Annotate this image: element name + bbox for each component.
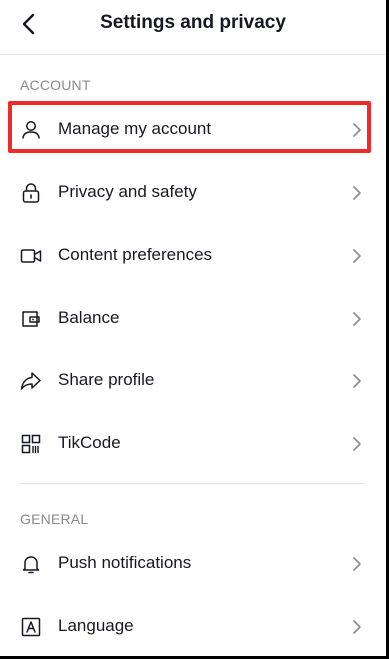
chevron-right-icon [353,123,361,137]
chevron-right-icon [353,312,361,326]
qr-code-icon [21,434,41,454]
settings-item-content-preferences[interactable]: Content preferences [0,227,386,283]
header: Settings and privacy [0,0,386,48]
chevron-right-icon [353,557,361,571]
person-icon [22,121,40,139]
chevron-right-icon [353,374,361,388]
settings-item-balance[interactable]: Balance [0,290,386,346]
settings-item-language[interactable]: Language [0,598,386,654]
settings-item-manage-account[interactable]: Manage my account [0,101,386,157]
settings-item-label: Share profile [58,370,155,389]
bell-icon [22,556,40,574]
section-label-account: ACCOUNT [20,77,91,93]
settings-item-share-profile[interactable]: Share profile [0,352,386,408]
settings-screen: Settings and privacy ACCOUNT Manage my a… [0,0,386,656]
settings-item-label: Language [58,616,134,635]
wallet-icon [22,311,40,327]
settings-item-tikcode[interactable]: TikCode [0,415,386,471]
settings-item-push-notifications[interactable]: Push notifications [0,535,386,591]
share-arrow-icon [20,372,41,390]
settings-item-label: Balance [58,308,120,327]
header-divider [0,54,386,55]
settings-item-privacy-safety[interactable]: Privacy and safety [0,164,386,220]
settings-item-label: Content preferences [58,245,213,264]
language-icon [21,617,41,637]
page-title: Settings and privacy [100,12,286,33]
lock-icon [22,183,40,203]
chevron-right-icon [353,437,361,451]
settings-item-label: Manage my account [58,119,212,138]
settings-item-label: Push notifications [58,553,192,572]
video-camera-icon [20,249,42,263]
section-label-general: GENERAL [20,511,89,527]
settings-item-label: TikCode [58,433,121,452]
chevron-right-icon [353,186,361,200]
chevron-right-icon [353,620,361,634]
settings-item-label: Privacy and safety [58,182,197,201]
chevron-right-icon [353,249,361,263]
section-divider [20,483,365,484]
